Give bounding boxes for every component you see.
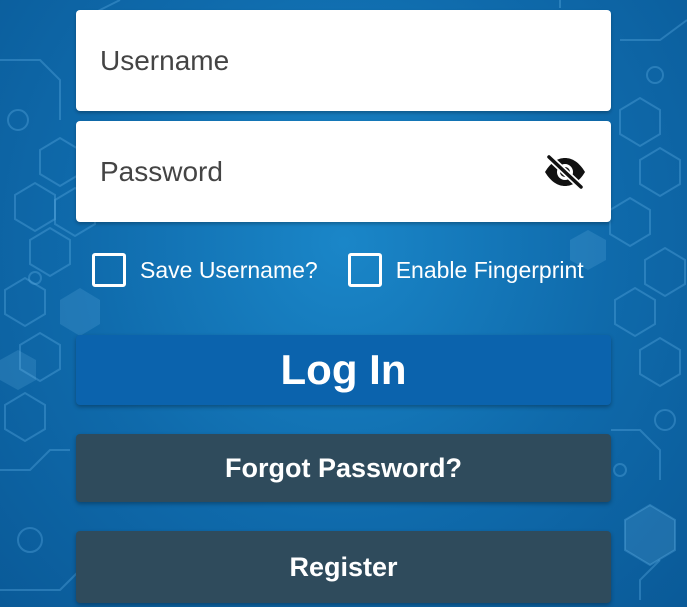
login-button[interactable]: Log In: [76, 335, 611, 405]
forgot-password-button[interactable]: Forgot Password?: [76, 434, 611, 502]
eye-slash-icon[interactable]: [543, 153, 587, 191]
password-input[interactable]: [76, 155, 516, 188]
enable-fingerprint-box[interactable]: [347, 253, 382, 287]
options-row: Save Username? Enable Fingerprint: [92, 250, 622, 290]
forgot-password-label: Forgot Password?: [224, 452, 462, 483]
password-field[interactable]: [76, 121, 611, 222]
enable-fingerprint-label: Enable Fingerprint: [395, 256, 584, 283]
enable-fingerprint-checkbox[interactable]: Enable Fingerprint: [347, 253, 584, 287]
username-field[interactable]: [76, 10, 611, 111]
save-username-checkbox[interactable]: Save Username?: [92, 253, 318, 287]
login-button-label: Log In: [280, 346, 407, 393]
username-input[interactable]: [76, 44, 516, 77]
register-label: Register: [289, 551, 398, 582]
save-username-box[interactable]: [92, 253, 126, 287]
register-button[interactable]: Register: [76, 531, 611, 603]
save-username-label: Save Username?: [140, 256, 318, 283]
